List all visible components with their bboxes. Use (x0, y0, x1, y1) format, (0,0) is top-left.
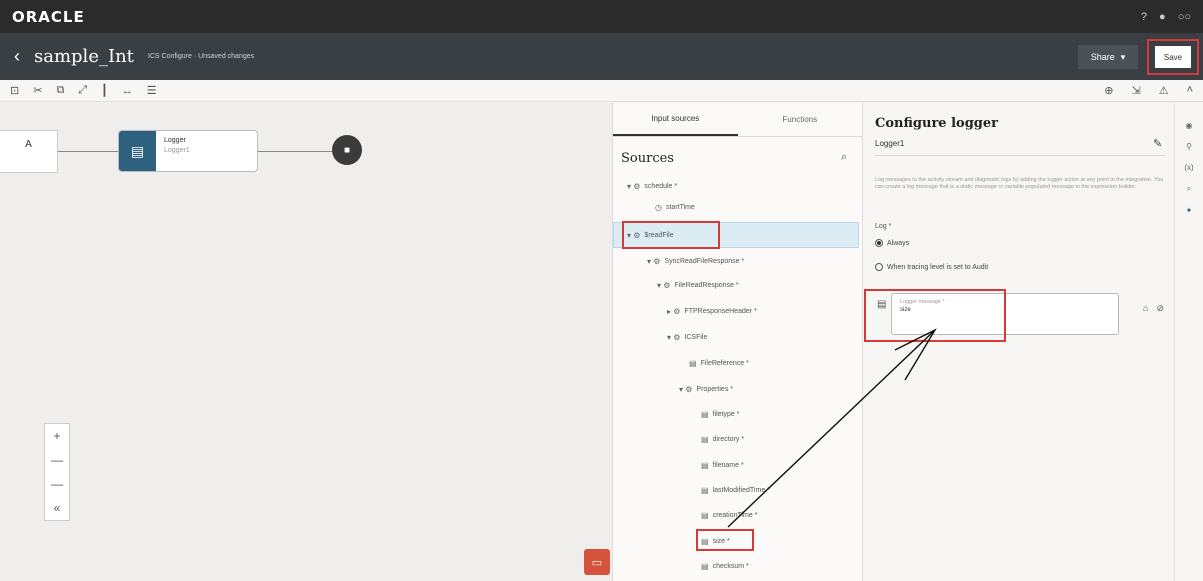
readfile-highlight (622, 221, 720, 249)
divider (875, 155, 1165, 156)
integration-header: ‹ sample_Int ICS Configure · Unsaved cha… (0, 33, 1203, 80)
zoom-out-button[interactable]: — (51, 477, 63, 491)
tree-node[interactable]: ▾ ⚙ Properties * (679, 382, 733, 396)
canvas-toolbar: ⊡ ✂ ⧉ ⤢ ┃ ↔ ☰ ⊕ ⇲ ⚠ ˄ (0, 80, 1203, 102)
tree-node[interactable]: ▾ ⚙ ICSFile (667, 330, 707, 344)
select-icon[interactable]: ⊡ (10, 84, 19, 97)
expand-icon[interactable]: ⤢ (78, 84, 87, 97)
sources-tabs: Input sources Functions (613, 103, 862, 137)
zoom-icon[interactable]: ⊕ (1104, 84, 1113, 97)
chevron-left-icon[interactable]: ‹ (14, 46, 20, 67)
variables-icon[interactable]: (x) (1184, 163, 1193, 172)
integration-canvas[interactable]: A ▤ Logger Logger1 ■ + — — « ▭ (0, 103, 612, 581)
logger-icon: ▤ (119, 131, 156, 171)
node-marker: A (25, 139, 32, 150)
layout-vertical-icon[interactable]: ┃ (101, 84, 108, 97)
tree-leaf[interactable]: ▤ filetype * (701, 407, 739, 421)
collapse-left-icon[interactable]: « (54, 501, 61, 515)
oracle-logo: ORACLE (12, 7, 85, 26)
layout-pancake-icon[interactable]: ☰ (147, 84, 157, 97)
eye-off-icon[interactable]: ⊘ (1156, 303, 1164, 314)
panel-title: Configure logger (875, 116, 999, 131)
chat-icon[interactable]: ▭ (584, 549, 610, 575)
tree-leaf[interactable]: ▤ creationTime * (701, 508, 757, 522)
integration-title: sample_Int (34, 46, 134, 67)
tree-leaf[interactable]: ▤ FileReference * (689, 356, 749, 370)
zoom-in-button[interactable]: + (53, 429, 60, 443)
sources-panel: Input sources Functions Sources ⌕ ▾ ⚙ sch… (612, 103, 862, 581)
tracking-icon[interactable]: ✦ (1186, 206, 1193, 215)
tree-node[interactable]: ▾ ⚙ SyncReadFileResponse * (647, 254, 744, 268)
layout-horizontal-icon[interactable]: ↔ (122, 85, 133, 97)
log-label: Log * (875, 223, 892, 230)
tree-leaf[interactable]: ◷ startTime (655, 200, 695, 214)
save-button[interactable]: Save (1155, 46, 1191, 68)
zoom-controls: + — — « (44, 423, 70, 521)
tree-node[interactable]: ▾ ⚙ FileReadResponse * (657, 278, 739, 292)
stop-icon[interactable]: ■ (332, 135, 362, 165)
cut-icon[interactable]: ✂ (33, 84, 42, 97)
right-rail: ◉ ⚲ (x) ⌕ ✦ (1174, 103, 1203, 581)
help-icon[interactable]: ? (1141, 11, 1147, 23)
panel-description: Log messages to the activity stream and … (875, 177, 1164, 190)
tree-node[interactable]: ▸ ⚙ FTPResponseHeader * (667, 304, 757, 318)
tree-leaf[interactable]: ▤ directory * (701, 432, 744, 446)
fit-icon[interactable]: ⇲ (1131, 84, 1140, 97)
share-label: Share (1090, 52, 1115, 62)
sources-title: Sources (621, 151, 674, 166)
radio-selected-icon (875, 239, 883, 247)
radio-audit[interactable]: When tracing level is set to Audit (875, 263, 988, 271)
logger-name: Logger1 (875, 139, 905, 148)
save-highlight: Save (1147, 39, 1199, 75)
wrench-icon[interactable]: ⚲ (1186, 142, 1192, 151)
tree-node[interactable]: ▾ ⚙ schedule * (627, 179, 677, 193)
tree-leaf[interactable]: ▤ checksum * (701, 559, 749, 573)
collapse-icon[interactable]: ˄ (1187, 84, 1193, 97)
logger-node-title: Logger (164, 137, 186, 144)
tree-leaf[interactable]: ▤ filename * (701, 458, 744, 472)
global-header: ORACLE ? ● ○○ (0, 0, 1203, 33)
chevron-down-icon: ▾ (1120, 51, 1126, 62)
pencil-icon[interactable]: ✎ (1153, 137, 1162, 150)
radio-unselected-icon (875, 263, 883, 271)
user-icon[interactable]: ○○ (1178, 11, 1191, 23)
search-icon[interactable]: ⌕ (1187, 184, 1191, 194)
trigger-node[interactable]: A (0, 130, 58, 173)
radio-always[interactable]: Always (875, 239, 909, 247)
tag-icon[interactable]: ⌂ (1143, 303, 1148, 314)
tree-leaf[interactable]: ▤ lastModifiedTime * (701, 483, 770, 497)
tab-input-sources[interactable]: Input sources (613, 103, 738, 136)
copy-icon[interactable]: ⧉ (56, 84, 64, 97)
integration-subtitle: ICS Configure · Unsaved changes (147, 53, 255, 60)
properties-icon[interactable]: ◉ (1186, 121, 1193, 130)
warning-icon[interactable]: ⚠ (1159, 84, 1169, 97)
zoom-slider[interactable]: — (51, 453, 63, 467)
logger-node[interactable]: ▤ Logger Logger1 (118, 130, 258, 172)
connector (258, 151, 332, 152)
logger-node-subtitle: Logger1 (164, 147, 190, 154)
connector (58, 151, 118, 152)
message-highlight (864, 289, 1006, 342)
tab-functions[interactable]: Functions (738, 103, 863, 136)
share-button[interactable]: Share ▾ (1078, 45, 1138, 69)
size-highlight (696, 529, 754, 551)
configure-logger-panel: Configure logger Logger1 ✎ Log messages … (862, 103, 1174, 581)
bell-icon[interactable]: ● (1159, 11, 1166, 23)
search-icon[interactable]: ⌕ (841, 151, 847, 164)
